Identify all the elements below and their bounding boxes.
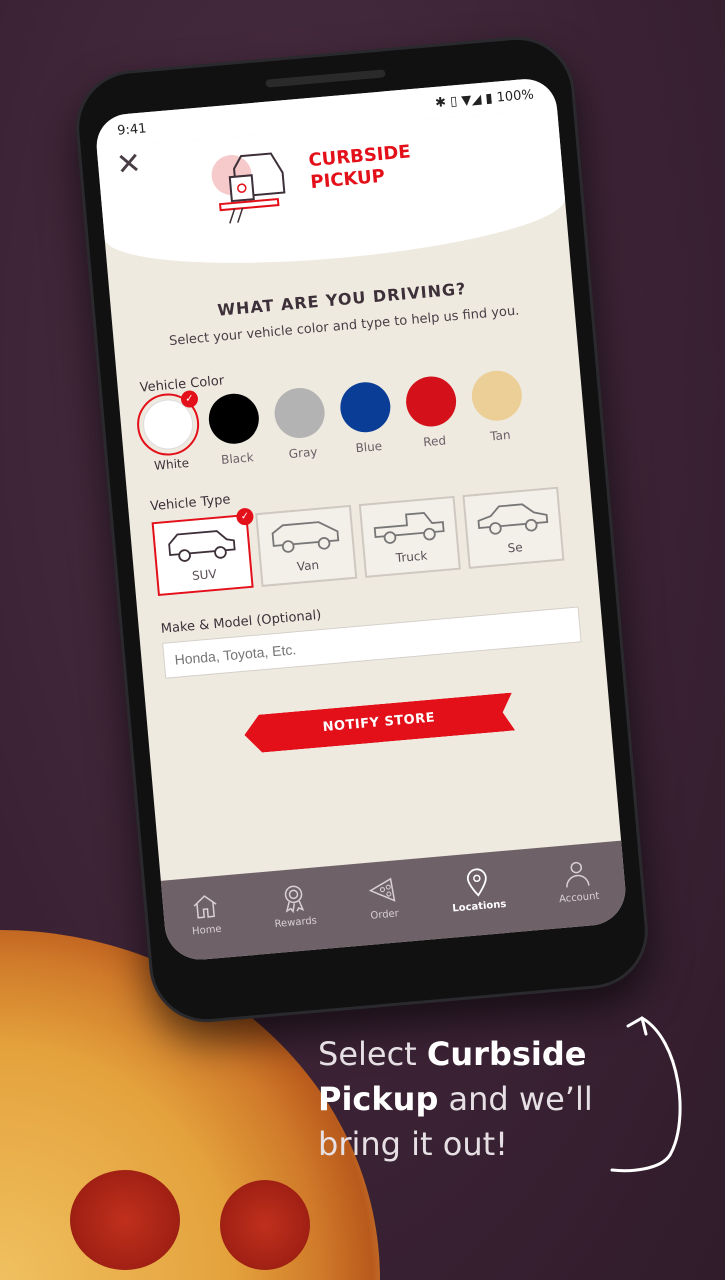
curved-arrow-icon — [610, 1016, 682, 1173]
nav-rewards[interactable]: Rewards — [271, 881, 317, 930]
nav-home[interactable]: Home — [188, 889, 223, 937]
pizza-slice-icon — [368, 877, 396, 902]
type-suv[interactable]: ✓ SUV — [151, 507, 255, 597]
sedan-icon — [477, 503, 549, 535]
close-icon[interactable]: ✕ — [115, 146, 143, 183]
bottom-nav: Home Rewards Order Locations Account — [160, 840, 629, 963]
color-label: White — [153, 455, 190, 473]
type-label: SUV — [191, 566, 218, 583]
color-red[interactable]: Red — [404, 374, 460, 450]
nav-order[interactable]: Order — [366, 874, 400, 921]
color-label: Red — [422, 433, 447, 450]
nav-label: Home — [191, 923, 223, 937]
ribbon-icon — [284, 885, 305, 913]
van-icon — [271, 521, 340, 553]
nav-account[interactable]: Account — [556, 856, 600, 905]
location-pin-icon — [466, 867, 487, 897]
color-blue[interactable]: Blue — [338, 380, 394, 456]
app-screen: 9:41 ✱ ▯ ▼◢ ▮ 100% ✕ CURBSIDE PICKUP WHA… — [94, 76, 629, 963]
type-label: Truck — [395, 548, 428, 566]
notify-store-button[interactable]: NOTIFY STORE — [243, 693, 515, 754]
check-icon: ✓ — [180, 389, 199, 409]
person-icon — [566, 861, 590, 888]
nav-label: Locations — [451, 898, 507, 915]
type-truck[interactable]: Truck — [358, 495, 461, 578]
home-icon — [193, 894, 216, 919]
tagline-text: Select — [318, 1035, 427, 1073]
speaker — [265, 69, 386, 88]
truck-icon — [373, 511, 445, 544]
tagline-text: bring it out! — [318, 1125, 508, 1163]
color-label: Gray — [288, 444, 318, 462]
color-label: Blue — [355, 438, 383, 456]
promo-tagline: Select Curbside Pickup and we’ll bring i… — [318, 1032, 618, 1167]
nav-locations[interactable]: Locations — [449, 865, 507, 915]
nav-label: Rewards — [274, 914, 318, 930]
type-label: Se — [507, 540, 524, 556]
tagline-text: and we’ll — [438, 1080, 593, 1118]
color-label: Tan — [489, 427, 512, 444]
phone-frame: 9:41 ✱ ▯ ▼◢ ▮ 100% ✕ CURBSIDE PICKUP WHA… — [71, 32, 653, 1027]
color-gray[interactable]: Gray — [272, 385, 329, 462]
nav-label: Account — [558, 890, 600, 905]
nav-label: Order — [369, 907, 400, 922]
type-van[interactable]: Van — [255, 504, 358, 587]
page-title: CURBSIDE PICKUP — [308, 141, 414, 194]
battery-level: 100% — [496, 86, 535, 106]
type-label: Van — [296, 557, 320, 574]
type-sedan[interactable]: Se — [462, 486, 565, 569]
color-black[interactable]: Black — [206, 391, 263, 468]
suv-icon — [168, 530, 236, 562]
status-icons: ✱ ▯ ▼◢ ▮ 100% — [434, 86, 535, 111]
color-tan[interactable]: Tan — [469, 368, 526, 445]
curbside-car-illustration-icon — [211, 152, 286, 224]
color-label: Black — [220, 450, 255, 467]
tagline-bold: Curbside — [426, 1035, 587, 1073]
color-white[interactable]: ✓ White — [134, 389, 202, 473]
tagline-bold: Pickup — [318, 1080, 439, 1118]
check-icon: ✓ — [235, 507, 255, 526]
status-time: 9:41 — [116, 120, 148, 139]
